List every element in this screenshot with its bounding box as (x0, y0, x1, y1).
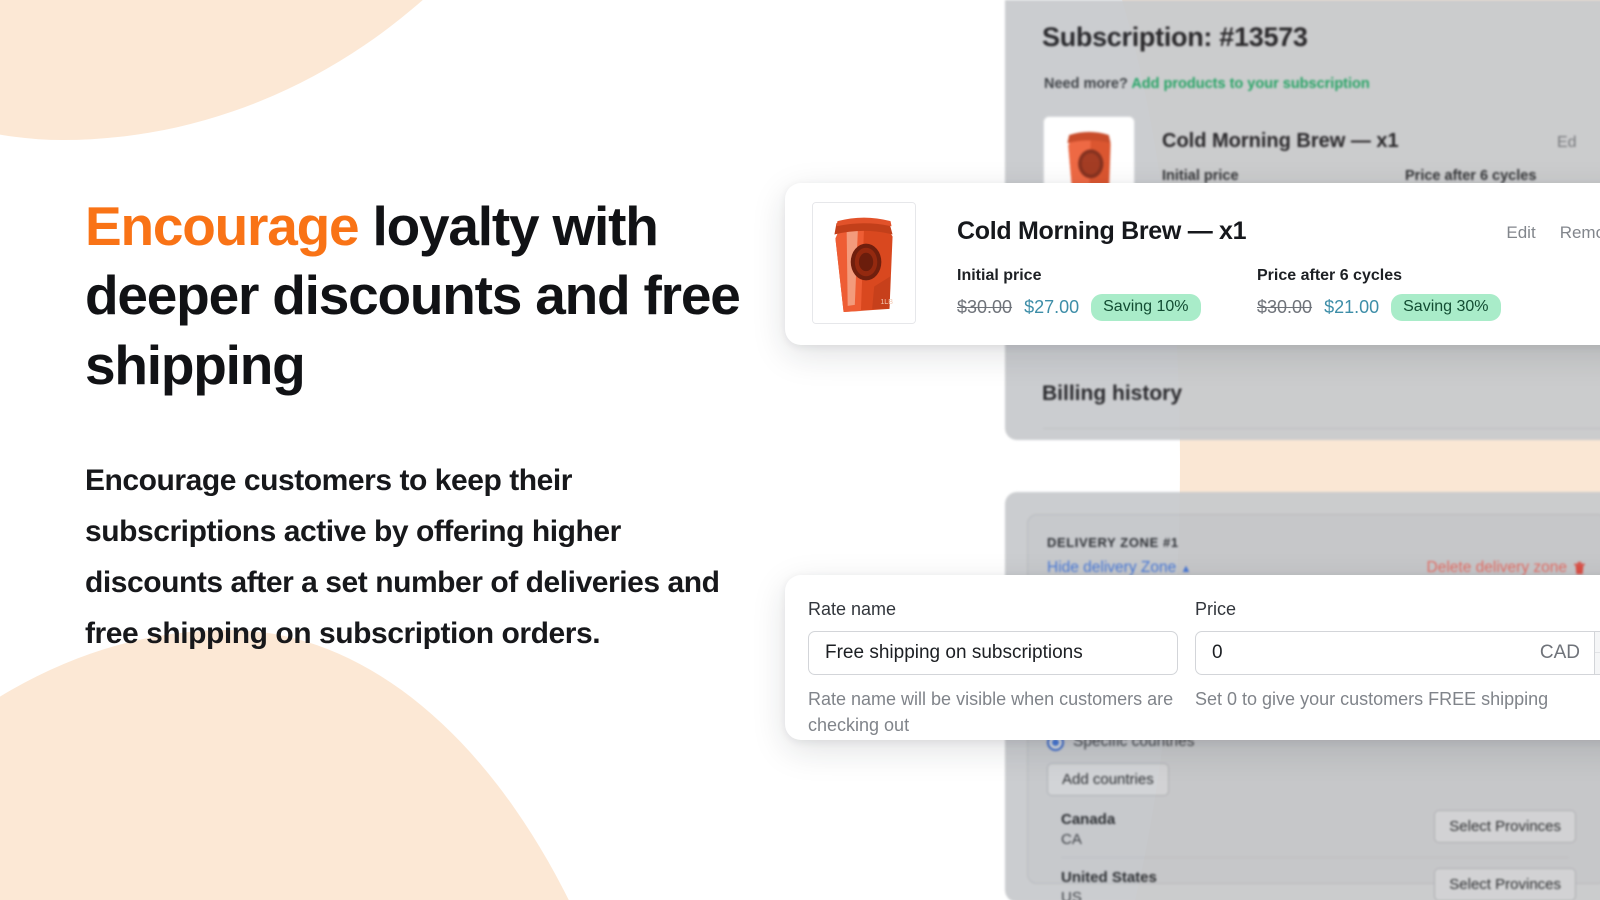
svg-text:1LB: 1LB (880, 298, 893, 306)
product-thumbnail: 1LB (812, 202, 916, 324)
rate-name-input[interactable] (808, 631, 1178, 675)
edit-button[interactable]: Edit (1506, 223, 1535, 243)
price-stepper[interactable]: ▲ ▼ (1595, 631, 1600, 675)
stepper-down-icon[interactable]: ▼ (1595, 653, 1600, 674)
marketing-copy: Encourage loyalty with deeper discounts … (85, 192, 765, 659)
country-row-divider (1061, 857, 1569, 858)
peach-blob-bottom-left (0, 630, 680, 900)
rate-name-label: Rate name (808, 599, 897, 619)
select-provinces-button-united-states[interactable]: Select Provinces (1434, 868, 1576, 900)
after-cycles-price-group: Price after 6 cycles $30.00 $21.00 Savin… (1257, 267, 1501, 321)
country-code-canada: CA (1061, 831, 1082, 848)
peach-blob-top-left (0, 0, 650, 140)
initial-price-label: Initial price (957, 267, 1042, 284)
initial-price-saving-badge: Saving 10% (1091, 294, 1201, 321)
trash-icon (1574, 561, 1585, 575)
price-value: 0 (1212, 642, 1223, 663)
headline-accent-word: Encourage (85, 195, 360, 257)
product-actions: Edit Remove (1506, 223, 1600, 243)
after-cycles-price-original: $30.00 (1257, 296, 1313, 317)
billing-history-divider (1043, 428, 1600, 429)
currency-code: CAD (1539, 642, 1580, 663)
rate-name-group: Rate name Rate name will be visible when… (808, 599, 1178, 738)
subscription-title: Subscription: #13573 (1042, 22, 1308, 52)
initial-price-discounted: $27.00 (1024, 296, 1080, 317)
select-provinces-button-canada[interactable]: Select Provinces (1434, 810, 1576, 843)
delivery-zone-kicker: DELIVERY ZONE #1 (1047, 535, 1179, 550)
price-group: Price 0 CAD ▲ ▼ Set 0 to give your custo… (1195, 599, 1600, 712)
add-countries-button[interactable]: Add countries (1047, 763, 1169, 796)
after-cycles-price-label: Price after 6 cycles (1257, 267, 1402, 284)
billing-history-title: Billing history (1042, 382, 1183, 405)
chevron-up-icon: ▲ (1180, 563, 1192, 575)
promo-banner: Subscription: #13573 Need more? Add prod… (0, 0, 1600, 900)
need-more-text: Need more? (1044, 76, 1128, 92)
country-name-united-states: United States (1061, 869, 1157, 886)
coffee-bag-image: 1LB (813, 203, 915, 323)
remove-button[interactable]: Remove (1560, 223, 1600, 243)
stepper-up-icon[interactable]: ▲ (1595, 632, 1600, 653)
subscription-edit-link[interactable]: Ed (1557, 134, 1577, 152)
price-help-text: Set 0 to give your customers FREE shippi… (1195, 689, 1549, 709)
add-products-prompt[interactable]: Need more? Add products to your subscrip… (1044, 76, 1370, 92)
hide-delivery-zone-label: Hide delivery Zone (1047, 559, 1177, 576)
country-code-united-states: US (1061, 889, 1082, 900)
product-line-item-card: 1LB Cold Morning Brew — x1 Edit Remove I… (785, 183, 1600, 345)
product-name: Cold Morning Brew — x1 (957, 217, 1247, 245)
marketing-body: Encourage customers to keep their subscr… (85, 463, 720, 650)
price-label: Price (1195, 599, 1237, 619)
subscription-initial-price-label: Initial price (1162, 168, 1239, 184)
add-products-link[interactable]: Add products to your subscription (1131, 76, 1369, 92)
after-cycles-saving-badge: Saving 30% (1391, 294, 1501, 321)
shipping-rate-card: Rate name Rate name will be visible when… (785, 575, 1600, 740)
country-name-canada: Canada (1061, 811, 1116, 828)
after-cycles-price-discounted: $21.00 (1324, 296, 1380, 317)
background-app-screenshot: Subscription: #13573 Need more? Add prod… (1005, 0, 1600, 900)
rate-name-help-text: Rate name will be visible when customers… (808, 689, 1174, 736)
page-title: Encourage loyalty with deeper discounts … (85, 192, 765, 400)
subscription-after-cycles-label: Price after 6 cycles (1405, 168, 1537, 184)
subscription-product-name: Cold Morning Brew — x1 (1162, 130, 1399, 152)
price-input[interactable]: 0 CAD (1195, 631, 1595, 675)
initial-price-original: $30.00 (957, 296, 1013, 317)
initial-price-group: Initial price $30.00 $27.00 Saving 10% (957, 267, 1201, 321)
